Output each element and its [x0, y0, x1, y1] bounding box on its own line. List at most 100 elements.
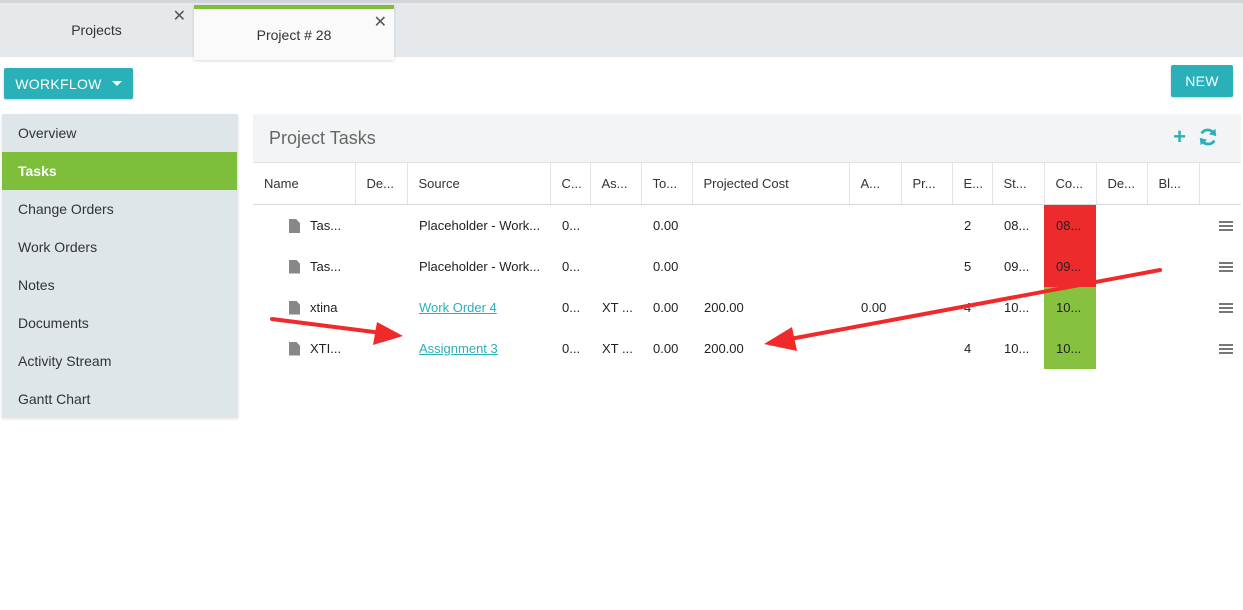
table-row[interactable]: XTI... Assignment 3 0... XT ... 0.00 200…: [253, 327, 1241, 369]
column-header[interactable]: Bl...: [1147, 162, 1200, 205]
cell: 10...: [1004, 299, 1030, 315]
menu-icon[interactable]: [1219, 344, 1233, 355]
sidebar-item-label: Gantt Chart: [18, 391, 91, 407]
close-icon[interactable]: ✕: [173, 9, 186, 25]
cell: [901, 328, 952, 369]
cell: [1147, 205, 1199, 246]
tab-bar: Projects ✕ Project # 28 ✕: [0, 0, 1243, 60]
source-cell: Placeholder - Work...: [419, 258, 541, 274]
sidebar-item-label: Overview: [18, 125, 77, 141]
sidebar-item-documents[interactable]: Documents: [2, 304, 238, 342]
cell: 0.00: [653, 340, 679, 356]
column-header[interactable]: C...: [550, 162, 591, 205]
cell: [1096, 287, 1147, 328]
row-menu-cell: [1199, 205, 1241, 246]
cell: 0.00: [653, 299, 679, 315]
cell: 0...: [562, 340, 581, 356]
menu-icon[interactable]: [1219, 303, 1233, 314]
task-name: Tas...: [310, 217, 342, 233]
sidebar-item-gantt-chart[interactable]: Gantt Chart: [2, 380, 238, 418]
column-header[interactable]: E...: [952, 162, 993, 205]
task-name: Tas...: [310, 258, 342, 274]
tab-label: Project # 28: [256, 26, 332, 43]
column-header[interactable]: Source: [407, 162, 551, 205]
status-cell: 10...: [1044, 327, 1096, 369]
cell: [849, 328, 901, 369]
tab-project-28[interactable]: Project # 28 ✕: [194, 5, 394, 60]
cell: [355, 287, 407, 328]
column-header[interactable]: St...: [992, 162, 1045, 205]
workflow-button[interactable]: WORKFLOW: [4, 68, 133, 99]
column-header[interactable]: Pr...: [901, 162, 953, 205]
menu-icon[interactable]: [1219, 221, 1233, 232]
sidebar-item-tasks[interactable]: Tasks: [2, 152, 237, 190]
cell: 5: [964, 258, 972, 274]
cell: 08...: [1004, 217, 1030, 233]
cell: [1096, 246, 1147, 287]
source-link[interactable]: Assignment 3: [419, 341, 498, 356]
sidebar-item-activity-stream[interactable]: Activity Stream: [2, 342, 238, 380]
tab-label: Projects: [71, 22, 122, 38]
sidebar-item-label: Work Orders: [18, 239, 98, 255]
projected-cost-cell: [692, 246, 849, 287]
row-menu-cell: [1199, 287, 1241, 328]
task-name-cell[interactable]: Tas...: [253, 205, 355, 246]
task-name: xtina: [310, 299, 338, 315]
cell: 0...: [562, 258, 581, 274]
cell: [1096, 328, 1147, 369]
column-header[interactable]: Co...: [1044, 162, 1097, 205]
task-name: XTI...: [310, 340, 342, 356]
sidebar-item-change-orders[interactable]: Change Orders: [2, 190, 238, 228]
column-header[interactable]: To...: [641, 162, 693, 205]
column-header[interactable]: Projected Cost: [692, 162, 850, 205]
panel-header: Project Tasks +: [253, 114, 1241, 162]
task-name-cell[interactable]: Tas...: [253, 246, 355, 287]
projected-cost-cell: [692, 205, 849, 246]
cell: 4: [964, 340, 972, 356]
document-icon: [289, 300, 300, 315]
document-icon: [289, 259, 300, 274]
sidebar-item-work-orders[interactable]: Work Orders: [2, 228, 238, 266]
close-icon[interactable]: ✕: [374, 15, 387, 31]
menu-icon[interactable]: [1219, 262, 1233, 273]
plus-icon[interactable]: +: [1173, 126, 1186, 148]
cell: 0...: [562, 299, 581, 315]
cell: [1147, 246, 1199, 287]
table-row[interactable]: Tas... Placeholder - Work... 0... 0.00 5…: [253, 245, 1241, 287]
cell: [901, 246, 952, 287]
column-header[interactable]: As...: [590, 162, 642, 205]
task-name-cell[interactable]: xtina: [253, 287, 355, 328]
cell: 10...: [1004, 340, 1030, 356]
refresh-icon[interactable]: [1197, 126, 1219, 148]
source-link[interactable]: Work Order 4: [419, 300, 497, 315]
column-header[interactable]: De...: [1096, 162, 1148, 205]
cell: 2: [964, 217, 972, 233]
column-header[interactable]: A...: [849, 162, 902, 205]
table-header-row: Name De... Source C... As... To... Proje…: [253, 162, 1241, 205]
app-window: Projects ✕ Project # 28 ✕ WORKFLOW NEW O…: [0, 0, 1243, 610]
workflow-label: WORKFLOW: [15, 75, 102, 92]
status-cell: 09...: [1044, 245, 1096, 287]
sidebar-item-label: Tasks: [18, 163, 57, 179]
tab-projects[interactable]: Projects ✕: [0, 3, 193, 57]
table-row[interactable]: Tas... Placeholder - Work... 0... 0.00 2…: [253, 204, 1241, 246]
document-icon: [289, 341, 300, 356]
cell: [1096, 205, 1147, 246]
new-button[interactable]: NEW: [1171, 65, 1233, 97]
source-cell: Work Order 4: [407, 287, 550, 328]
sidebar-item-label: Notes: [18, 277, 55, 293]
table-row[interactable]: xtina Work Order 4 0... XT ... 0.00 200.…: [253, 286, 1241, 328]
column-header[interactable]: Name: [253, 162, 356, 205]
sidebar-item-notes[interactable]: Notes: [2, 266, 238, 304]
projected-cost-cell: 200.00: [704, 340, 744, 356]
row-menu-cell: [1199, 246, 1241, 287]
cell: 0.00: [861, 299, 887, 315]
sidebar-item-overview[interactable]: Overview: [2, 114, 238, 152]
cell: [590, 246, 641, 287]
cell: 0.00: [653, 217, 679, 233]
document-icon: [289, 219, 300, 233]
column-header[interactable]: De...: [355, 162, 408, 205]
task-name-cell[interactable]: XTI...: [253, 328, 355, 369]
cell: [1147, 287, 1199, 328]
cell: [590, 205, 641, 246]
